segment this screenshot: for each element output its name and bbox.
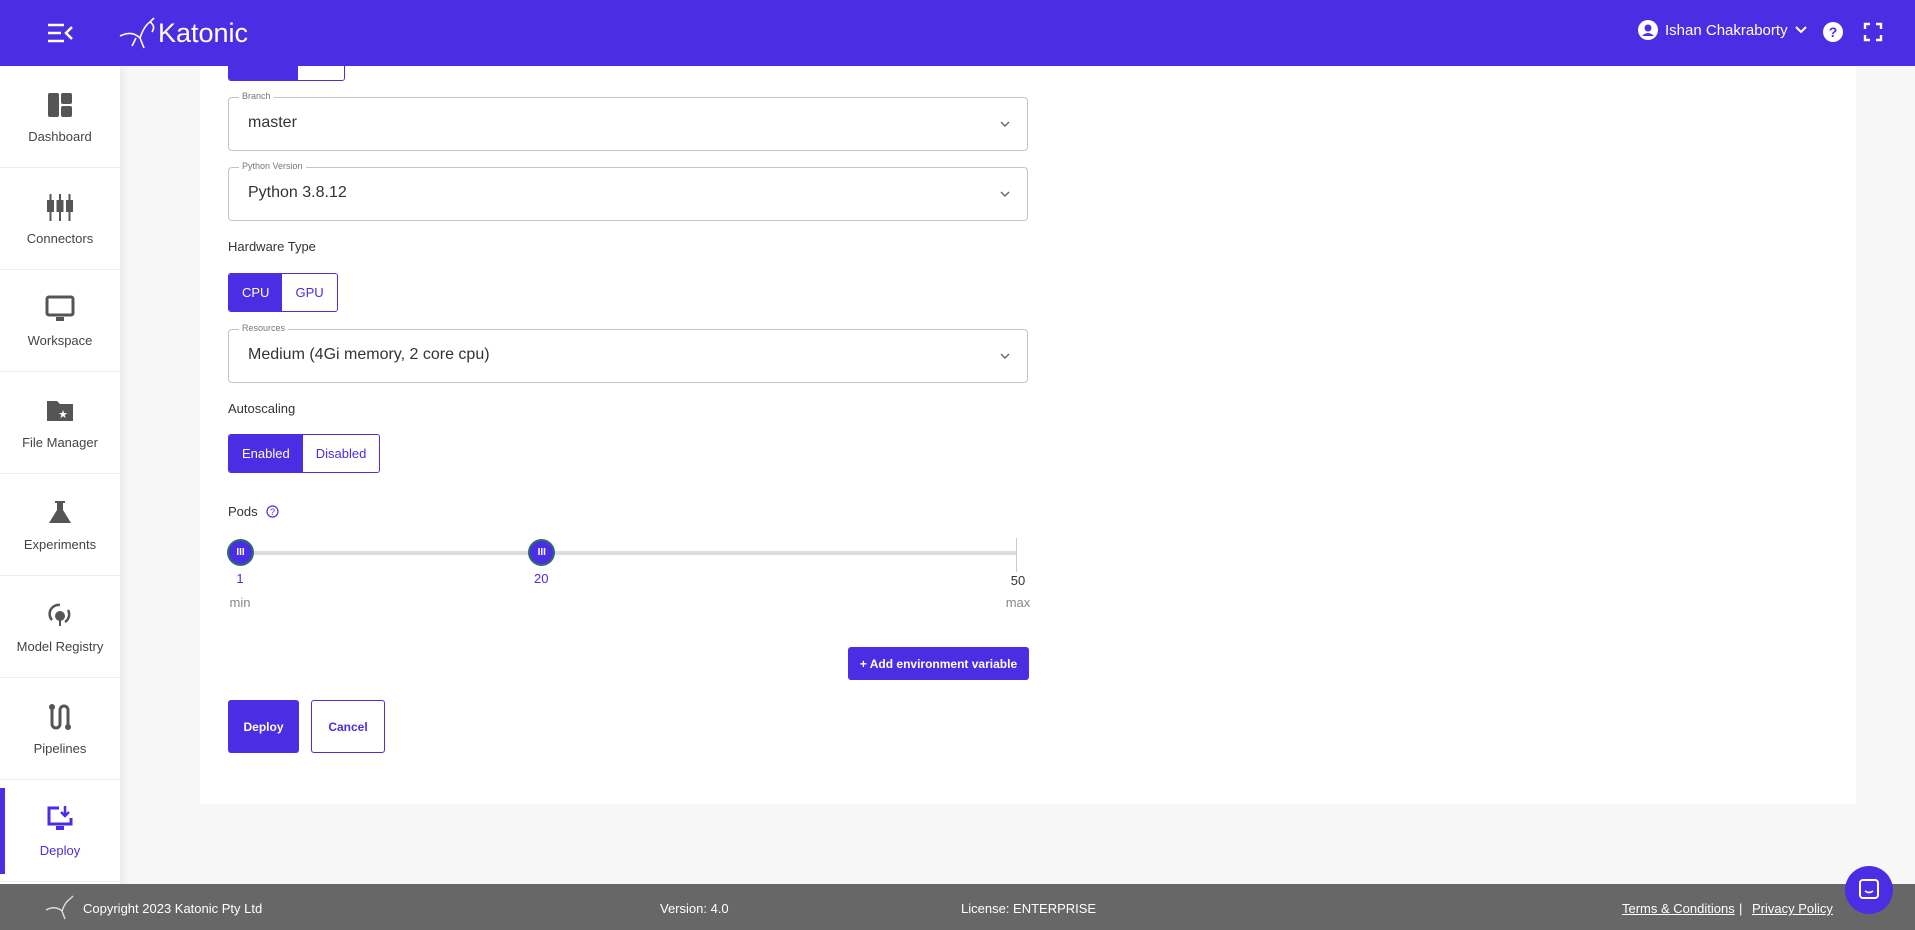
add-environment-variable-button[interactable]: + Add environment variable [848, 647, 1029, 680]
hardware-option-cpu[interactable]: CPU [229, 274, 283, 311]
sidebar: Dashboard Connectors Workspace ★ File Ma… [0, 66, 120, 930]
sidebar-item-label: Deploy [39, 842, 81, 858]
chevron-down-icon [1000, 191, 1010, 197]
chevron-down-icon [1000, 121, 1010, 127]
autoscaling-option-disabled[interactable]: Disabled [302, 435, 380, 472]
dashboard-icon [48, 92, 72, 117]
svg-text:?: ? [270, 507, 275, 517]
cancel-button[interactable]: Cancel [311, 700, 385, 753]
sidebar-item-deploy[interactable]: Deploy [0, 780, 120, 882]
monitor-icon [45, 295, 75, 321]
pipeline-icon [49, 703, 71, 730]
python-version-select[interactable]: Python Version Python 3.8.12 [228, 161, 1028, 221]
hardware-type-label: Hardware Type [228, 239, 316, 254]
hardware-type-toggle[interactable]: CPU GPU [228, 273, 338, 312]
sidebar-item-model-registry[interactable]: Model Registry [0, 576, 120, 678]
sidebar-item-label: Workspace [27, 332, 93, 348]
pods-range-track[interactable] [240, 551, 1017, 555]
sidebar-item-file-manager[interactable]: ★ File Manager [0, 372, 120, 474]
chat-icon [1859, 879, 1879, 899]
user-avatar-icon [1638, 20, 1658, 40]
branch-value: master [248, 114, 297, 131]
min-caption: min [229, 595, 251, 610]
fullscreen-icon[interactable] [1862, 21, 1884, 43]
branch-label: Branch [239, 91, 274, 101]
pods-min-value: 1 [236, 571, 244, 586]
user-menu[interactable]: Ishan Chakraborty [1638, 20, 1807, 40]
resources-label: Resources [239, 323, 289, 333]
sidebar-item-workspace[interactable]: Workspace [0, 270, 120, 372]
svg-text:★: ★ [58, 409, 68, 421]
sidebar-item-connectors[interactable]: Connectors [0, 168, 120, 270]
connectors-icon [47, 193, 73, 221]
copyright-text: Copyright 2023 Katonic Pty Ltd [83, 901, 263, 916]
pods-heading: Pods ? [228, 504, 279, 519]
slider-max-tick [1016, 538, 1017, 572]
pods-max-value: 20 [534, 571, 549, 586]
menu-collapse-icon[interactable] [46, 20, 74, 46]
deploy-icon [47, 805, 73, 830]
resources-select[interactable]: Resources Medium (4Gi memory, 2 core cpu… [228, 323, 1028, 383]
license-text: License: ENTERPRISE [961, 901, 1097, 916]
flask-icon [49, 500, 71, 523]
sidebar-item-experiments[interactable]: Experiments [0, 474, 120, 576]
autoscaling-option-enabled[interactable]: Enabled [229, 435, 303, 472]
pods-limit-value: 50 [1010, 573, 1026, 588]
terms-link[interactable]: Terms & Conditions [1622, 901, 1735, 916]
kangaroo-logo-icon [119, 17, 155, 49]
privacy-link[interactable]: Privacy Policy [1752, 901, 1833, 916]
help-circle-icon[interactable]: ? [266, 505, 279, 518]
chevron-down-icon [1794, 26, 1807, 34]
katonic-logo[interactable]: Katonic [118, 14, 248, 52]
top-header: Katonic Ishan Chakraborty ? [0, 0, 1915, 66]
sidebar-item-label: Experiments [23, 536, 97, 552]
pods-label: Pods [228, 504, 258, 519]
max-caption: max [1005, 595, 1031, 610]
chevron-down-icon [1000, 353, 1010, 359]
python-version-value: Python 3.8.12 [248, 184, 347, 201]
autoscaling-label: Autoscaling [228, 401, 296, 416]
katonic-footer-logo-icon [45, 895, 74, 920]
resources-value: Medium (4Gi memory, 2 core cpu) [248, 346, 490, 363]
sidebar-item-label: File Manager [22, 434, 98, 450]
svg-text:?: ? [1829, 24, 1838, 40]
sidebar-item-label: Pipelines [33, 740, 87, 756]
chat-launcher-button[interactable] [1845, 866, 1893, 914]
sidebar-item-label: Connectors [26, 230, 94, 246]
brand-name: Katonic [158, 17, 249, 48]
python-version-label: Python Version [239, 161, 306, 171]
footer: Copyright 2023 Katonic Pty Ltd Version: … [0, 884, 1915, 930]
user-name: Ishan Chakraborty [1665, 21, 1788, 39]
footer-separator: | [1739, 901, 1743, 916]
sidebar-item-pipelines[interactable]: Pipelines [0, 678, 120, 780]
sidebar-item-dashboard[interactable]: Dashboard [0, 66, 120, 168]
hardware-option-gpu[interactable]: GPU [282, 274, 337, 311]
pods-min-thumb[interactable]: III [227, 539, 254, 566]
sidebar-item-label: Model Registry [16, 638, 104, 654]
folder-star-icon: ★ [47, 400, 73, 421]
deploy-button[interactable]: Deploy [228, 700, 299, 753]
branch-select[interactable]: Branch master [228, 91, 1028, 151]
sidebar-item-label: Dashboard [28, 128, 92, 144]
model-registry-icon [48, 603, 71, 626]
help-icon[interactable]: ? [1822, 21, 1844, 43]
version-text: Version: 4.0 [660, 901, 729, 916]
autoscaling-toggle[interactable]: Enabled Disabled [228, 434, 381, 473]
